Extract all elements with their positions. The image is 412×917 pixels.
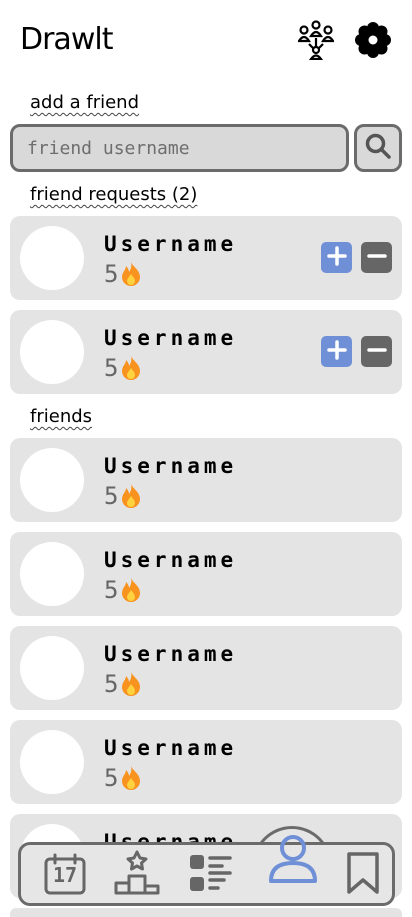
avatar [20, 542, 84, 606]
calendar-icon: 17 [43, 853, 87, 897]
friend-search-input[interactable] [10, 124, 349, 172]
nav-profile[interactable] [269, 835, 317, 885]
friend-requests-label: friend requests (2) [30, 184, 198, 205]
search-button[interactable] [354, 124, 402, 172]
nav-calendar[interactable]: 17 [41, 851, 89, 899]
nav-feed[interactable] [187, 851, 235, 899]
username: Username [104, 548, 238, 572]
leaderboard-podium-icon [114, 850, 160, 900]
app-title: Drawlt [20, 22, 113, 57]
plus-icon [326, 245, 347, 270]
friend-request-card: Username 5 [10, 310, 402, 394]
streak-count: 5 [104, 764, 142, 792]
calendar-day: 17 [52, 863, 78, 887]
avatar [20, 730, 84, 794]
friend-card[interactable]: Username 5 [10, 438, 402, 522]
flame-icon [120, 671, 142, 697]
nav-leaderboard[interactable] [113, 850, 161, 900]
profile-icon [267, 833, 319, 889]
streak-count: 5 [104, 260, 142, 288]
bookmark-icon [345, 851, 381, 899]
accept-request-button[interactable] [321, 242, 352, 273]
friend-request-card: Username 5 [10, 216, 402, 300]
feed-list-icon [188, 853, 234, 897]
streak-count: 5 [104, 354, 142, 382]
username: Username [104, 326, 238, 350]
decline-request-button[interactable] [361, 242, 392, 273]
decline-request-button[interactable] [361, 336, 392, 367]
bottom-nav: 17 [18, 835, 395, 906]
flame-icon [120, 765, 142, 791]
flame-icon [120, 577, 142, 603]
streak-count: 5 [104, 576, 142, 604]
gear-icon[interactable] [353, 20, 393, 60]
minus-icon [366, 246, 387, 270]
username: Username [104, 642, 238, 666]
avatar [20, 226, 84, 290]
avatar [20, 448, 84, 512]
accept-request-button[interactable] [321, 336, 352, 367]
flame-icon [120, 483, 142, 509]
streak-count: 5 [104, 670, 142, 698]
flame-icon [120, 261, 142, 287]
streak-count: 5 [104, 482, 142, 510]
friend-card[interactable]: Username 5 [10, 626, 402, 710]
friends-label: friends [30, 406, 93, 427]
username: Username [104, 454, 238, 478]
friend-card[interactable]: Username 5 [10, 532, 402, 616]
add-friend-label: add a friend [30, 92, 140, 113]
flame-icon [120, 355, 142, 381]
nav-bookmarks[interactable] [339, 851, 387, 899]
list-overflow-card [10, 908, 402, 917]
friend-card[interactable]: Username 5 [10, 720, 402, 804]
plus-icon [326, 339, 347, 364]
avatar [20, 320, 84, 384]
friends-group-icon[interactable] [296, 20, 336, 60]
avatar [20, 636, 84, 700]
username: Username [104, 736, 238, 760]
minus-icon [366, 340, 387, 364]
username: Username [104, 232, 238, 256]
search-icon [364, 132, 392, 164]
